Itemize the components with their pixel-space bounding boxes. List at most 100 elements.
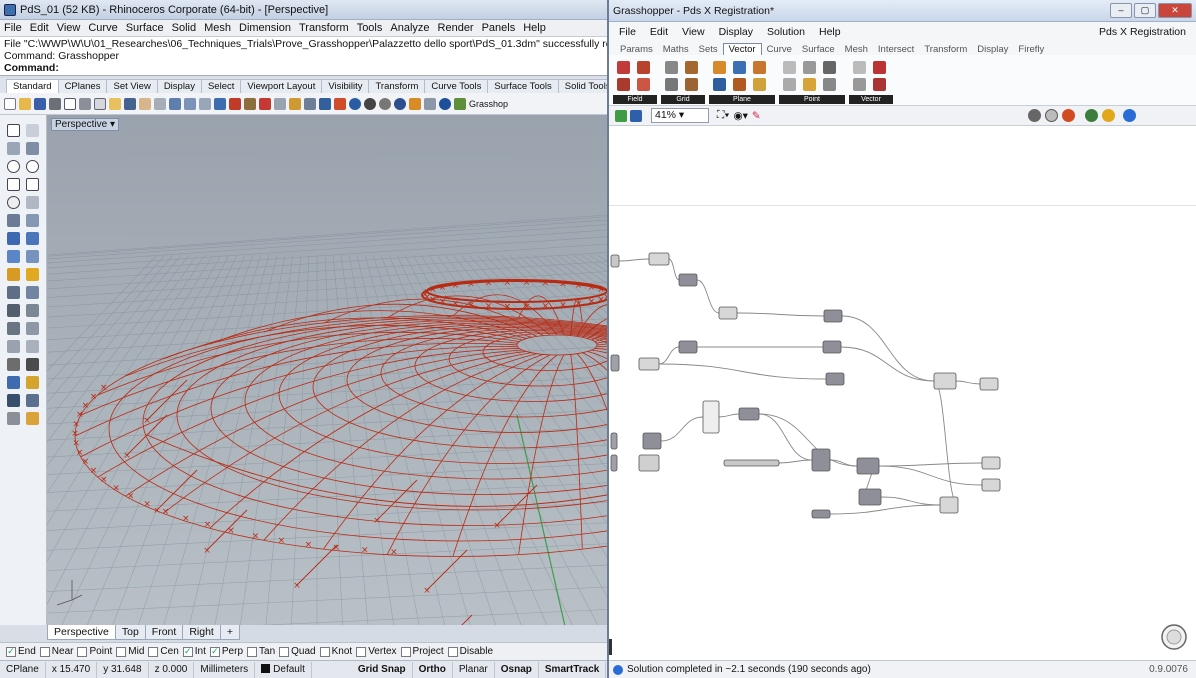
osnap-disable[interactable]: Disable [447, 646, 493, 657]
gh-tab-sets[interactable]: Sets [694, 44, 723, 55]
tab-viewport-layout[interactable]: Viewport Layout [240, 79, 323, 93]
point-icon[interactable] [823, 78, 836, 91]
menu-solid[interactable]: Solid [172, 22, 196, 34]
viewport-tab-perspective[interactable]: Perspective [47, 625, 116, 640]
gh-canvas-top-area[interactable] [609, 126, 1196, 206]
freeform-icon[interactable] [26, 196, 39, 209]
cplane-icon[interactable] [259, 97, 271, 110]
gh-component-node[interactable] [638, 357, 660, 371]
point-icon[interactable] [783, 78, 796, 91]
gh-component-node[interactable] [823, 309, 843, 323]
osnap-tan[interactable]: Tan [247, 646, 275, 657]
gh-component-node[interactable] [723, 459, 780, 467]
gh-tab-surface[interactable]: Surface [797, 44, 840, 55]
gh-tab-params[interactable]: Params [615, 44, 658, 55]
menu-panels[interactable]: Panels [482, 22, 516, 34]
save-icon[interactable] [34, 97, 46, 110]
gh-tab-display[interactable]: Display [972, 44, 1013, 55]
gh-component-node[interactable] [638, 454, 660, 472]
gh-component-node[interactable] [811, 448, 831, 472]
layer-tool-icon[interactable] [7, 412, 20, 425]
tab-set-view[interactable]: Set View [106, 79, 158, 93]
gh-component-node[interactable] [979, 377, 999, 391]
save-icon[interactable] [630, 109, 642, 122]
gh-component-node[interactable] [981, 456, 1001, 470]
zoom-icon[interactable] [169, 97, 181, 110]
tab-standard[interactable]: Standard [6, 79, 59, 93]
osnap-perp[interactable]: ✓ Perp [209, 646, 243, 657]
osnap-knot[interactable]: Knot [319, 646, 352, 657]
extrude-icon[interactable] [7, 250, 20, 263]
selected-preview-icon[interactable] [1085, 109, 1098, 122]
viewport-tab-top[interactable]: Top [114, 625, 146, 640]
open-icon[interactable] [19, 97, 31, 110]
mesh-icon[interactable] [7, 286, 20, 299]
trim-icon[interactable] [7, 322, 20, 335]
revolve-icon[interactable] [26, 250, 39, 263]
osnap-checkbox[interactable]: ✓ [6, 646, 16, 657]
gh-component-node[interactable] [856, 457, 880, 475]
command-prompt[interactable]: Command: [4, 62, 608, 74]
gh-component-node[interactable] [825, 372, 845, 386]
maximize-icon[interactable]: ▢ [1134, 3, 1156, 18]
tab-select[interactable]: Select [200, 79, 242, 93]
gh-tab-transform[interactable]: Transform [919, 44, 972, 55]
osnap-checkbox[interactable] [77, 646, 88, 657]
smarttrack-toggle[interactable]: SmartTrack [539, 661, 607, 678]
paste-icon[interactable] [109, 97, 121, 110]
options-icon[interactable] [409, 97, 421, 110]
menu-tools[interactable]: Tools [357, 22, 383, 34]
grasshopper-toolbar-label[interactable]: Grasshop [469, 99, 508, 109]
move-icon[interactable] [7, 376, 20, 389]
explode-icon[interactable] [26, 340, 39, 353]
menu-curve[interactable]: Curve [88, 22, 117, 34]
analyze-icon[interactable] [26, 394, 39, 407]
grid-icon[interactable] [665, 61, 678, 74]
zoom-extents-icon[interactable] [199, 97, 211, 110]
sketch-icon[interactable]: ✎ [752, 110, 761, 122]
tab-cplanes[interactable]: CPlanes [57, 79, 108, 93]
menu-render[interactable]: Render [438, 22, 474, 34]
gh-component-node[interactable] [610, 454, 618, 472]
rendered-icon[interactable] [379, 97, 391, 110]
menu-view[interactable]: View [57, 22, 81, 34]
curve-icon[interactable] [26, 142, 39, 155]
gh-menu-edit[interactable]: Edit [650, 26, 668, 38]
gh-component-node[interactable] [738, 407, 760, 421]
osnap-toggle[interactable]: Osnap [495, 661, 539, 678]
plane-icon[interactable] [713, 78, 726, 91]
osnap-end[interactable]: ✓ End [6, 646, 36, 657]
perspective-viewport[interactable]: Perspective ▾ × × × × × × × × × × × × × × × × × × × × × × × × × ×… [47, 115, 607, 625]
help-icon[interactable] [439, 97, 451, 110]
minimize-icon[interactable]: – [1110, 3, 1132, 18]
field-icon[interactable] [637, 78, 650, 91]
gh-component-node[interactable] [933, 372, 957, 390]
viewport-tab-front[interactable]: Front [144, 625, 184, 640]
document-preview-icon[interactable] [1123, 109, 1136, 122]
gh-tab-curve[interactable]: Curve [762, 44, 797, 55]
pan-icon[interactable] [139, 97, 151, 110]
grid-icon[interactable] [244, 97, 256, 110]
cut-icon[interactable] [79, 97, 91, 110]
gh-component-node[interactable] [648, 252, 670, 266]
zoom-extents-icon[interactable]: ⛶▾ [717, 109, 729, 122]
viewport-tab-add[interactable]: + [219, 625, 240, 640]
tab-display[interactable]: Display [156, 79, 202, 93]
ortho-toggle[interactable]: Ortho [413, 661, 453, 678]
loft-icon[interactable] [26, 232, 39, 245]
shaded-icon[interactable] [364, 97, 376, 110]
block-icon[interactable] [7, 358, 20, 371]
plane-icon[interactable] [733, 61, 746, 74]
undo-view-icon[interactable] [229, 97, 241, 110]
gh-component-node[interactable] [678, 273, 698, 287]
tab-transform[interactable]: Transform [368, 79, 426, 93]
gh-menu-solution[interactable]: Solution [767, 26, 805, 38]
preview-shaded-icon[interactable] [1062, 109, 1075, 122]
print-icon[interactable] [49, 97, 61, 110]
undo-icon[interactable] [124, 97, 136, 110]
menu-help[interactable]: Help [523, 22, 546, 34]
osnap-cen[interactable]: Cen [148, 646, 179, 657]
offset-icon[interactable] [26, 214, 39, 227]
eye-icon[interactable]: ◉▾ [733, 110, 747, 122]
osnap-checkbox[interactable]: ✓ [182, 646, 193, 657]
